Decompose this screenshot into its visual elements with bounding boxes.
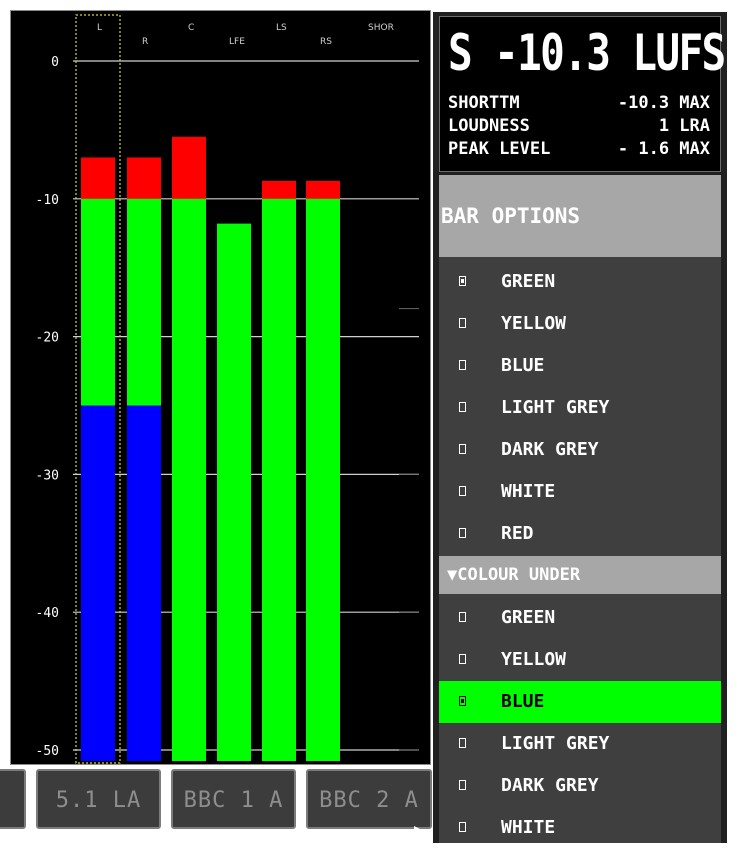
checkbox-icon bbox=[459, 780, 466, 790]
play-arrow-icon bbox=[414, 826, 424, 836]
colour-under-option-dark-grey[interactable]: DARK GREY bbox=[439, 765, 721, 807]
scale-label: -50 bbox=[36, 744, 59, 759]
bar-segment-peak bbox=[81, 157, 115, 199]
option-label: BLUE bbox=[501, 355, 545, 376]
bar-segment-green bbox=[217, 223, 251, 762]
bar-segment-peak bbox=[172, 136, 206, 199]
loudness-meter: 0 -10 -20 -30 -40 -50 L R C LFE LS RS SHOR bbox=[10, 10, 431, 765]
preset-strip: 5.1 LA BBC 1 A BBC 2 A bbox=[0, 767, 432, 843]
option-label: DARK GREY bbox=[501, 439, 599, 460]
bar-option-dark-grey[interactable]: DARK GREY bbox=[439, 429, 721, 471]
option-label: YELLOW bbox=[501, 313, 567, 334]
bar-option-green[interactable]: GREEN bbox=[439, 261, 721, 303]
checkbox-checked-icon bbox=[459, 276, 466, 286]
checkbox-icon bbox=[459, 360, 466, 370]
colour-under-option-light-grey[interactable]: LIGHT GREY bbox=[439, 723, 721, 765]
option-label: GREEN bbox=[501, 271, 556, 292]
bar-option-light-grey[interactable]: LIGHT GREY bbox=[439, 387, 721, 429]
bar-options-title: BAR OPTIONS bbox=[439, 175, 721, 257]
channel-label: L bbox=[97, 23, 102, 33]
bar-segment-green bbox=[306, 198, 340, 762]
bar-segment-blue bbox=[127, 405, 161, 762]
bar-option-yellow[interactable]: YELLOW bbox=[439, 303, 721, 345]
checkbox-checked-icon bbox=[459, 696, 466, 706]
checkbox-icon bbox=[459, 654, 466, 664]
option-label: LIGHT GREY bbox=[501, 733, 610, 754]
loudness-value: S -10.3 LUFS bbox=[448, 24, 726, 82]
scale-label: -10 bbox=[36, 193, 59, 208]
checkbox-icon bbox=[459, 528, 466, 538]
channel-label: R bbox=[142, 37, 148, 47]
channel-label: LFE bbox=[229, 37, 245, 47]
channel-label: SHOR bbox=[368, 23, 394, 33]
channel-label: RS bbox=[320, 37, 332, 47]
option-label: WHITE bbox=[501, 481, 556, 502]
readout-label: SHORTTM bbox=[448, 93, 520, 113]
colour-under-option-blue[interactable]: BLUE bbox=[439, 681, 721, 723]
bar-segment-peak bbox=[262, 180, 296, 199]
bar-segment-peak bbox=[127, 157, 161, 199]
scale-label: -20 bbox=[36, 331, 59, 346]
checkbox-icon bbox=[459, 612, 466, 622]
bar-segment-green bbox=[172, 198, 206, 762]
option-label: YELLOW bbox=[501, 649, 567, 670]
readout-value: -10.3 MAX bbox=[617, 93, 710, 113]
bar-option-red[interactable]: RED bbox=[439, 513, 721, 555]
checkbox-icon bbox=[459, 402, 466, 412]
preset-button-partial[interactable] bbox=[0, 769, 26, 829]
checkbox-icon bbox=[459, 444, 466, 454]
channel-label: C bbox=[188, 23, 194, 33]
options-list: GREEN YELLOW BLUE LIGHT GREY DARK GREY W… bbox=[439, 257, 721, 843]
option-label: GREEN bbox=[501, 607, 556, 628]
preset-button-bbc-2-a[interactable]: BBC 2 A bbox=[306, 769, 432, 829]
readout-value: 1 LRA bbox=[658, 116, 710, 136]
checkbox-icon bbox=[459, 738, 466, 748]
option-label: RED bbox=[501, 523, 534, 544]
preset-button-5-1-la[interactable]: 5.1 LA bbox=[36, 769, 161, 829]
checkbox-icon bbox=[459, 318, 466, 328]
option-label: LIGHT GREY bbox=[501, 397, 610, 418]
bar-option-blue[interactable]: BLUE bbox=[439, 345, 721, 387]
bar-segment-blue bbox=[81, 405, 115, 762]
scale-label: -30 bbox=[36, 468, 59, 483]
meter-graphic: 0 -10 -20 -30 -40 -50 L R C LFE LS RS SHOR bbox=[36, 14, 419, 764]
readout-row-loudness: LOUDNESS 1 LRA bbox=[448, 116, 710, 136]
readout-value: - 1.6 MAX bbox=[617, 139, 710, 159]
readout-row-peak-level: PEAK LEVEL - 1.6 MAX bbox=[448, 139, 710, 159]
readout-label: PEAK LEVEL bbox=[448, 139, 551, 159]
readout-row-shortterm: SHORTTM -10.3 MAX bbox=[448, 93, 710, 113]
scale-label: -40 bbox=[36, 606, 59, 621]
colour-under-option-green[interactable]: GREEN bbox=[439, 597, 721, 639]
option-label: DARK GREY bbox=[501, 775, 599, 796]
checkbox-icon bbox=[459, 822, 466, 832]
bar-segment-green bbox=[127, 198, 161, 406]
bar-option-white[interactable]: WHITE bbox=[439, 471, 721, 513]
bar-segment-green bbox=[81, 198, 115, 406]
channel-label: LS bbox=[276, 23, 287, 33]
loudness-readout: S -10.3 LUFS SHORTTM -10.3 MAX LOUDNESS … bbox=[439, 16, 726, 172]
preset-button-bbc-1-a[interactable]: BBC 1 A bbox=[171, 769, 296, 829]
checkbox-icon bbox=[459, 486, 466, 496]
readout-label: LOUDNESS bbox=[448, 116, 530, 136]
bar-segment-peak bbox=[306, 180, 340, 199]
scale-label: 0 bbox=[51, 55, 59, 70]
option-label: BLUE bbox=[501, 691, 545, 712]
colour-under-section-header[interactable]: ▼COLOUR UNDER bbox=[439, 556, 721, 594]
bar-segment-green bbox=[262, 198, 296, 762]
colour-under-option-yellow[interactable]: YELLOW bbox=[439, 639, 721, 681]
